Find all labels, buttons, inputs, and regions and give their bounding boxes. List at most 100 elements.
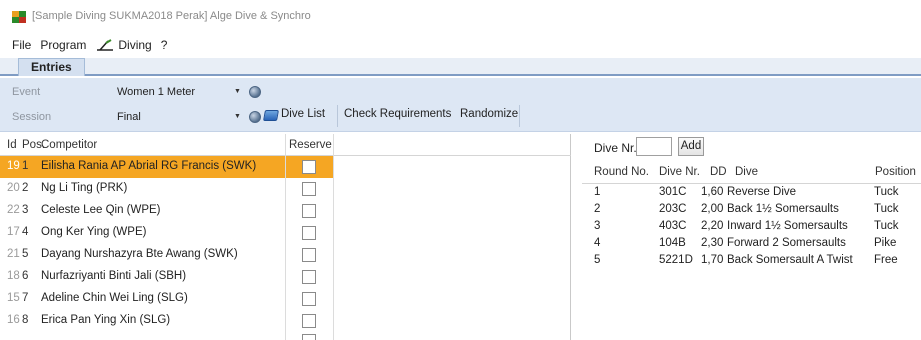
cell-dive-nr: 301C [659, 186, 687, 198]
dive-row[interactable]: 4 104B 2,30 Forward 2 Somersaults Pike [582, 236, 921, 252]
cell-position: Pike [874, 237, 897, 249]
cell-competitor: Ong Ker Ying (WPE) [41, 226, 147, 238]
dive-row[interactable]: 2 203C 2,00 Back 1½ Somersaults Tuck [582, 202, 921, 218]
cell-dd: 1,60 [701, 186, 724, 198]
cell-dive-nr: 403C [659, 220, 687, 232]
tab-strip: Entries [0, 58, 921, 76]
cell-position: Tuck [874, 220, 899, 232]
tab-entries[interactable]: Entries [18, 58, 85, 76]
reserve-checkbox[interactable] [302, 160, 316, 174]
cell-id: 22 [7, 204, 20, 216]
column-header-round[interactable]: Round No. [594, 166, 649, 178]
table-row[interactable]: 20 2 Ng Li Ting (PRK) [0, 178, 571, 200]
cell-id: 15 [7, 292, 20, 304]
menu-bar: File Program Diving ? [0, 36, 921, 54]
diving-board-icon [97, 39, 114, 51]
cell-pos: 2 [22, 182, 29, 194]
table-row[interactable]: 17 4 Ong Ker Ying (WPE) [0, 222, 571, 244]
cell-id: 17 [7, 226, 20, 238]
check-requirements-button[interactable]: Check Requirements [344, 108, 451, 120]
cell-pos: 4 [22, 226, 29, 238]
column-header-dive-nr[interactable]: Dive Nr. [659, 166, 700, 178]
dive-nr-input[interactable] [636, 137, 672, 156]
cell-pos: 5 [22, 248, 29, 260]
column-header-dd[interactable]: DD [710, 166, 727, 178]
menu-help[interactable]: ? [161, 38, 168, 52]
menu-diving[interactable]: Diving [95, 38, 152, 52]
app-logo-icon [12, 11, 26, 23]
session-globe-icon[interactable] [249, 111, 261, 123]
cell-dd: 1,70 [701, 254, 724, 266]
reserve-checkbox[interactable] [302, 334, 316, 340]
cell-dd: 2,30 [701, 237, 724, 249]
reserve-checkbox[interactable] [302, 314, 316, 328]
menu-program[interactable]: Program [40, 38, 86, 52]
dive-list-button[interactable]: Dive List [281, 108, 325, 120]
cell-pos: 6 [22, 270, 29, 282]
column-header-position[interactable]: Position [875, 166, 916, 178]
cell-competitor: Eilisha Rania AP Abrial RG Francis (SWK) [41, 160, 257, 172]
reserve-checkbox[interactable] [302, 204, 316, 218]
window-title: [Sample Diving SUKMA2018 Perak] Alge Div… [32, 10, 311, 22]
reserve-checkbox[interactable] [302, 248, 316, 262]
cell-id: 18 [7, 270, 20, 282]
cell-dd: 2,20 [701, 220, 724, 232]
table-row[interactable]: 18 6 Nurfazriyanti Binti Jali (SBH) [0, 266, 571, 288]
cell-position: Tuck [874, 186, 899, 198]
column-header-reserve[interactable]: Reserve [289, 139, 332, 151]
cell-pos: 8 [22, 314, 29, 326]
cell-dive: Reverse Dive [727, 186, 797, 198]
dive-table-header: Round No. Dive Nr. DD Dive Position [582, 162, 921, 184]
column-header-competitor[interactable]: Competitor [41, 139, 97, 151]
dive-row[interactable]: 1 301C 1,60 Reverse Dive Tuck [582, 185, 921, 201]
cell-round: 5 [594, 254, 601, 266]
cell-position: Free [874, 254, 898, 266]
session-label: Session [12, 111, 52, 123]
column-header-dive[interactable]: Dive [735, 166, 758, 178]
cell-dive: Back 1½ Somersaults [727, 203, 839, 215]
cell-round: 4 [594, 237, 601, 249]
event-label: Event [12, 86, 41, 98]
table-row[interactable]: 21 5 Dayang Nurshazyra Bte Awang (SWK) [0, 244, 571, 266]
cell-round: 3 [594, 220, 601, 232]
session-select[interactable]: Final [117, 111, 141, 123]
table-row[interactable]: 22 3 Celeste Lee Qin (WPE) [0, 200, 571, 222]
toolbar-separator [337, 105, 338, 127]
dive-row[interactable]: 3 403C 2,20 Inward 1½ Somersaults Tuck [582, 219, 921, 235]
cell-dive: Back Somersault A Twist [727, 254, 853, 266]
event-dropdown-icon[interactable]: ▼ [234, 88, 241, 95]
cell-dive-nr: 203C [659, 203, 687, 215]
cell-id: 21 [7, 248, 20, 260]
reserve-checkbox[interactable] [302, 226, 316, 240]
add-dive-button[interactable]: Add [678, 137, 704, 156]
cell-round: 2 [594, 203, 601, 215]
cell-round: 1 [594, 186, 601, 198]
dive-row[interactable]: 5 5221D 1,70 Back Somersault A Twist Fre… [582, 253, 921, 269]
table-row[interactable]: 16 8 Erica Pan Ying Xin (SLG) [0, 310, 571, 332]
table-row[interactable]: 15 7 Adeline Chin Wei Ling (SLG) [0, 288, 571, 310]
menu-file[interactable]: File [12, 38, 31, 52]
cell-dive-nr: 5221D [659, 254, 693, 266]
title-bar: [Sample Diving SUKMA2018 Perak] Alge Div… [0, 0, 921, 32]
event-select[interactable]: Women 1 Meter [117, 86, 195, 98]
dive-list-panel: Dive Nr. Add Round No. Dive Nr. DD Dive … [582, 134, 921, 340]
dive-nr-label: Dive Nr. [594, 141, 637, 155]
session-dropdown-icon[interactable]: ▼ [234, 113, 241, 120]
cell-competitor: Erica Pan Ying Xin (SLG) [41, 314, 171, 326]
randomize-button[interactable]: Randomize [460, 108, 518, 120]
event-globe-icon[interactable] [249, 86, 261, 98]
table-row[interactable]: 19 1 Eilisha Rania AP Abrial RG Francis … [0, 156, 571, 178]
reserve-checkbox[interactable] [302, 182, 316, 196]
cell-id: 20 [7, 182, 20, 194]
cell-id: 19 [7, 160, 20, 172]
toolbar-separator [519, 105, 520, 127]
cell-position: Tuck [874, 203, 899, 215]
cell-dd: 2,00 [701, 203, 724, 215]
reserve-checkbox[interactable] [302, 270, 316, 284]
cell-dive: Forward 2 Somersaults [727, 237, 846, 249]
cell-pos: 3 [22, 204, 29, 216]
cell-dive: Inward 1½ Somersaults [727, 220, 848, 232]
reserve-checkbox[interactable] [302, 292, 316, 306]
column-header-id[interactable]: Id [7, 139, 17, 151]
table-row-new[interactable] [0, 330, 571, 340]
